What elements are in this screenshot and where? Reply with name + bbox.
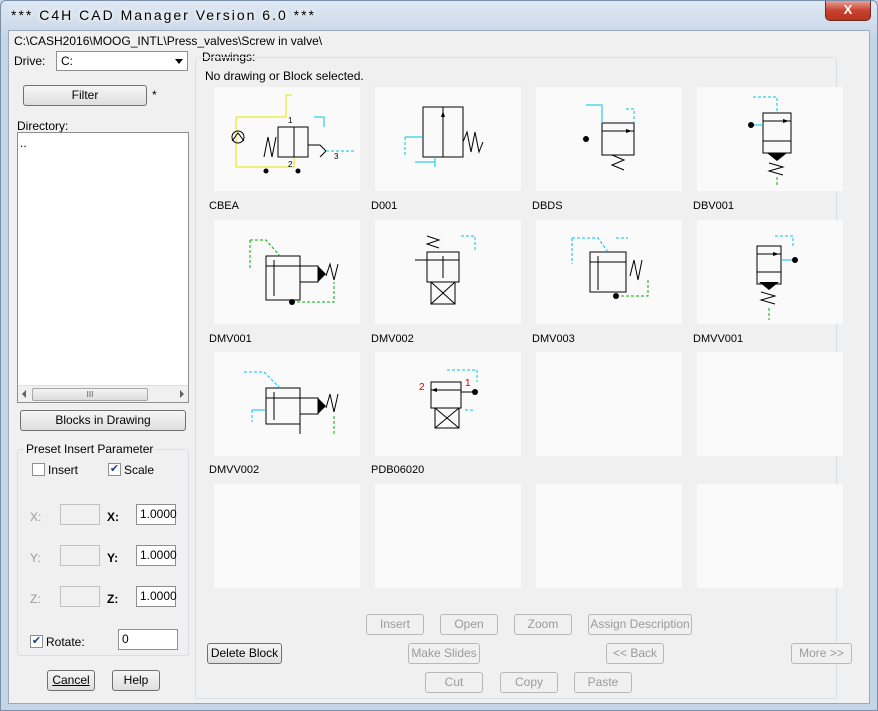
x-scale-field[interactable]: 1.0000 bbox=[136, 504, 177, 525]
insert-button[interactable]: Insert bbox=[366, 614, 424, 635]
delete-block-button[interactable]: Delete Block bbox=[207, 643, 282, 664]
valve-symbol-icon bbox=[748, 96, 792, 187]
x-insert-label: X: bbox=[30, 510, 42, 524]
drawing-thumb-empty bbox=[697, 352, 843, 456]
make-slides-button[interactable]: Make Slides bbox=[408, 643, 480, 664]
scale-checkbox[interactable]: ✔ bbox=[108, 463, 121, 476]
cancel-button[interactable]: Cancel bbox=[47, 670, 95, 691]
z-scale-field[interactable]: 1.0000 bbox=[136, 586, 177, 607]
directory-list[interactable]: .. III bbox=[17, 132, 189, 403]
svg-text:3: 3 bbox=[334, 152, 339, 161]
rotate-label: Rotate: bbox=[46, 635, 85, 649]
drawing-label: PDB06020 bbox=[371, 464, 425, 476]
horizontal-scrollbar[interactable]: III bbox=[18, 385, 188, 402]
chevron-down-icon bbox=[175, 59, 183, 64]
blocks-in-drawing-button[interactable]: Blocks in Drawing bbox=[20, 410, 186, 431]
drawing-thumb-dmvv001[interactable] bbox=[697, 220, 843, 324]
x-scale-label: X: bbox=[107, 510, 119, 524]
z-insert-field bbox=[60, 586, 100, 607]
drawing-thumb-dmv001[interactable] bbox=[214, 220, 360, 324]
cut-button[interactable]: Cut bbox=[425, 672, 483, 693]
drawing-thumb-dmv003[interactable] bbox=[536, 220, 682, 324]
valve-symbol-icon bbox=[583, 104, 635, 171]
back-button[interactable]: << Back bbox=[606, 643, 664, 664]
y-scale-field[interactable]: 1.0000 bbox=[136, 545, 177, 566]
more-button[interactable]: More >> bbox=[791, 643, 852, 664]
drawing-thumb-pdb06020[interactable]: 2 1 bbox=[375, 352, 521, 456]
scale-label: Scale bbox=[124, 463, 155, 477]
y-insert-field bbox=[60, 545, 100, 566]
drawing-label: DBV001 bbox=[693, 200, 734, 212]
directory-label: Directory: bbox=[17, 119, 69, 133]
list-item[interactable]: .. bbox=[18, 133, 188, 153]
drawing-thumb-empty bbox=[536, 352, 682, 456]
drawing-thumb-dmv002[interactable] bbox=[375, 220, 521, 324]
drawing-thumb-dbds[interactable] bbox=[536, 87, 682, 191]
valve-symbol-icon bbox=[756, 235, 798, 320]
drawing-label: DMV003 bbox=[532, 333, 575, 345]
open-button[interactable]: Open bbox=[440, 614, 498, 635]
y-insert-label: Y: bbox=[30, 551, 41, 565]
help-button[interactable]: Help bbox=[112, 670, 160, 691]
drawing-thumb-dbv001[interactable] bbox=[697, 87, 843, 191]
valve-symbol-icon: 1 2 3 bbox=[231, 94, 354, 174]
z-scale-label: Z: bbox=[107, 592, 119, 606]
valve-symbol-icon bbox=[244, 371, 339, 436]
zoom-button[interactable]: Zoom bbox=[514, 614, 572, 635]
title-bar[interactable]: *** C4H CAD Manager Version 6.0 *** X bbox=[1, 1, 877, 29]
assign-description-button[interactable]: Assign Description bbox=[588, 614, 692, 635]
scroll-left-icon[interactable] bbox=[22, 390, 26, 398]
drawing-label: DMV002 bbox=[371, 333, 414, 345]
insert-checkbox[interactable] bbox=[32, 463, 45, 476]
preset-insert-group: Preset Insert Parameter Insert ✔ Scale X… bbox=[17, 442, 189, 656]
valve-symbol-icon bbox=[249, 239, 339, 305]
drawing-thumb-empty bbox=[697, 484, 843, 588]
svg-text:1: 1 bbox=[465, 378, 471, 389]
drawing-label: DMVV002 bbox=[209, 464, 260, 476]
drawing-label: CBEA bbox=[209, 200, 239, 212]
window-title: *** C4H CAD Manager Version 6.0 *** bbox=[11, 7, 317, 23]
drive-value: C: bbox=[61, 54, 73, 68]
svg-text:2: 2 bbox=[419, 382, 425, 393]
rotate-checkbox[interactable]: ✔ bbox=[30, 635, 43, 648]
preset-group-title: Preset Insert Parameter bbox=[24, 442, 156, 456]
filter-button[interactable]: Filter bbox=[23, 85, 147, 106]
drawing-thumb-empty bbox=[214, 484, 360, 588]
rotate-field[interactable]: 0 bbox=[118, 629, 178, 650]
paste-button[interactable]: Paste bbox=[574, 672, 632, 693]
drawing-label: DMV001 bbox=[209, 333, 252, 345]
valve-symbol-icon bbox=[415, 235, 476, 305]
z-insert-label: Z: bbox=[30, 592, 41, 606]
drawing-label: DBDS bbox=[532, 200, 563, 212]
svg-text:1: 1 bbox=[288, 116, 293, 125]
current-path: C:\CASH2016\MOOG_INTL\Press_valves\Screw… bbox=[14, 34, 323, 48]
drawing-thumb-empty bbox=[375, 484, 521, 588]
valve-symbol-icon: 2 1 bbox=[419, 369, 478, 429]
drive-select[interactable]: C: bbox=[56, 51, 188, 71]
drawing-thumb-cbea[interactable]: 1 2 3 bbox=[214, 87, 360, 191]
drawing-label: D001 bbox=[371, 200, 398, 212]
valve-symbol-icon bbox=[571, 237, 649, 299]
drive-label: Drive: bbox=[14, 54, 46, 68]
drawing-label: DMVV001 bbox=[693, 333, 744, 345]
status-text: No drawing or Block selected. bbox=[205, 69, 364, 83]
scroll-thumb[interactable]: III bbox=[32, 388, 148, 401]
x-insert-field bbox=[60, 504, 100, 525]
insert-label: Insert bbox=[48, 463, 79, 477]
filter-value: * bbox=[152, 88, 157, 102]
dialog-client: C:\CASH2016\MOOG_INTL\Press_valves\Screw… bbox=[8, 30, 870, 704]
copy-button[interactable]: Copy bbox=[500, 672, 558, 693]
drawing-thumb-dmvv002[interactable] bbox=[214, 352, 360, 456]
valve-symbol-icon bbox=[404, 106, 484, 167]
svg-text:2: 2 bbox=[288, 160, 293, 169]
close-button[interactable]: X bbox=[825, 1, 871, 21]
drawing-thumb-d001[interactable] bbox=[375, 87, 521, 191]
drawing-thumb-empty bbox=[536, 484, 682, 588]
y-scale-label: Y: bbox=[107, 551, 119, 565]
scroll-right-icon[interactable] bbox=[180, 390, 184, 398]
cad-manager-window: *** C4H CAD Manager Version 6.0 *** X C:… bbox=[0, 0, 878, 711]
